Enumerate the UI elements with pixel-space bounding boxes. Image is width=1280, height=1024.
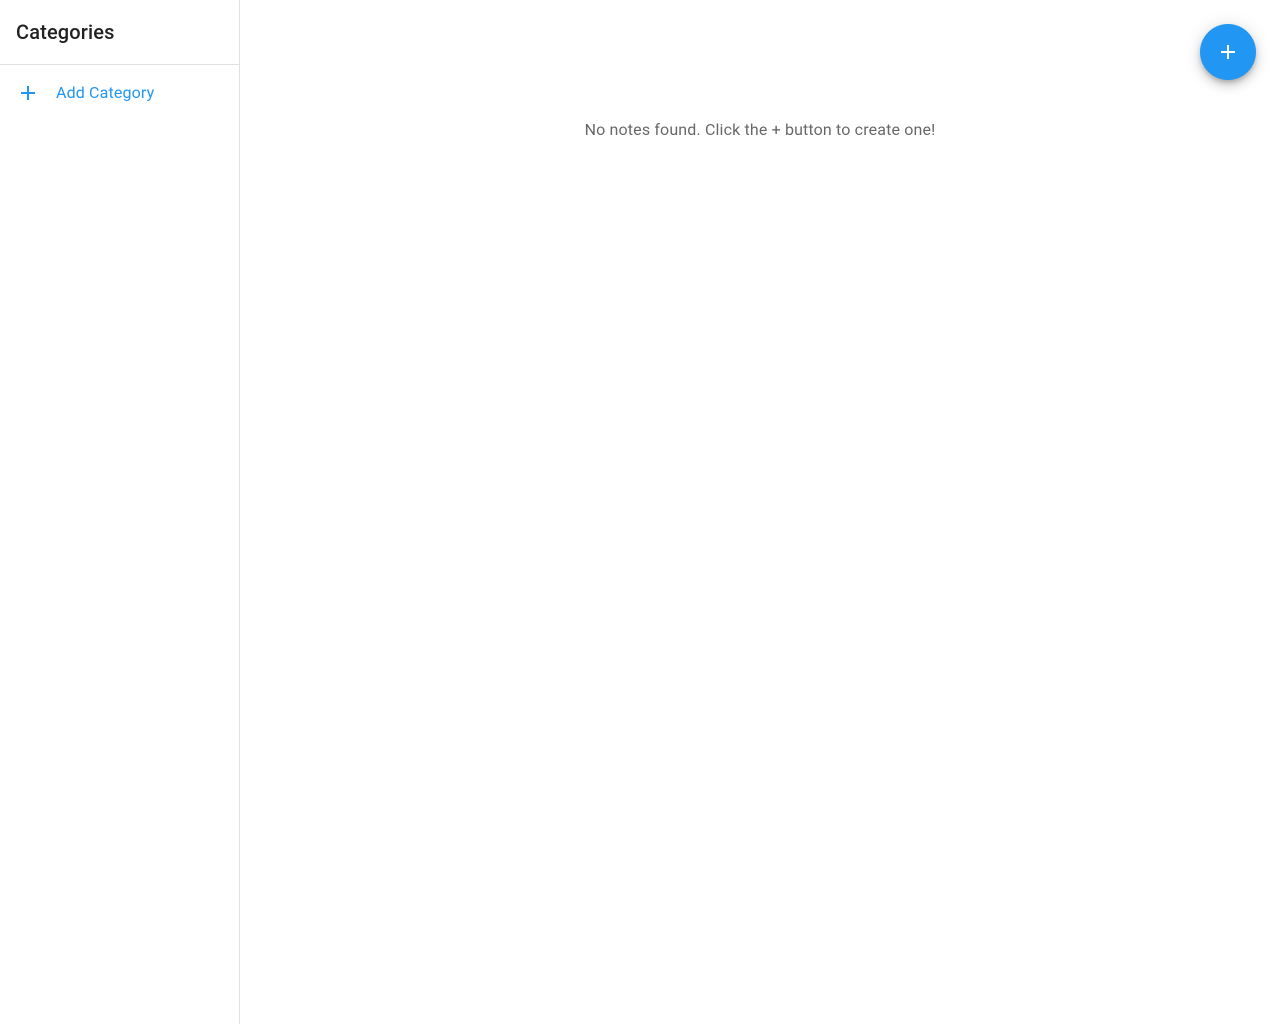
plus-icon (16, 81, 56, 105)
add-category-button[interactable]: Add Category (0, 73, 239, 113)
app-root: Categories Add Category No notes found. … (0, 0, 1280, 1024)
add-category-label: Add Category (56, 81, 154, 105)
sidebar-header: Categories (0, 0, 239, 65)
sidebar: Categories Add Category (0, 0, 240, 1024)
sidebar-title: Categories (16, 20, 223, 44)
main-content: No notes found. Click the + button to cr… (240, 0, 1280, 1024)
create-note-fab[interactable] (1200, 24, 1256, 80)
plus-icon (1216, 40, 1240, 64)
empty-state-message: No notes found. Click the + button to cr… (264, 118, 1256, 142)
sidebar-list: Add Category (0, 65, 239, 1024)
